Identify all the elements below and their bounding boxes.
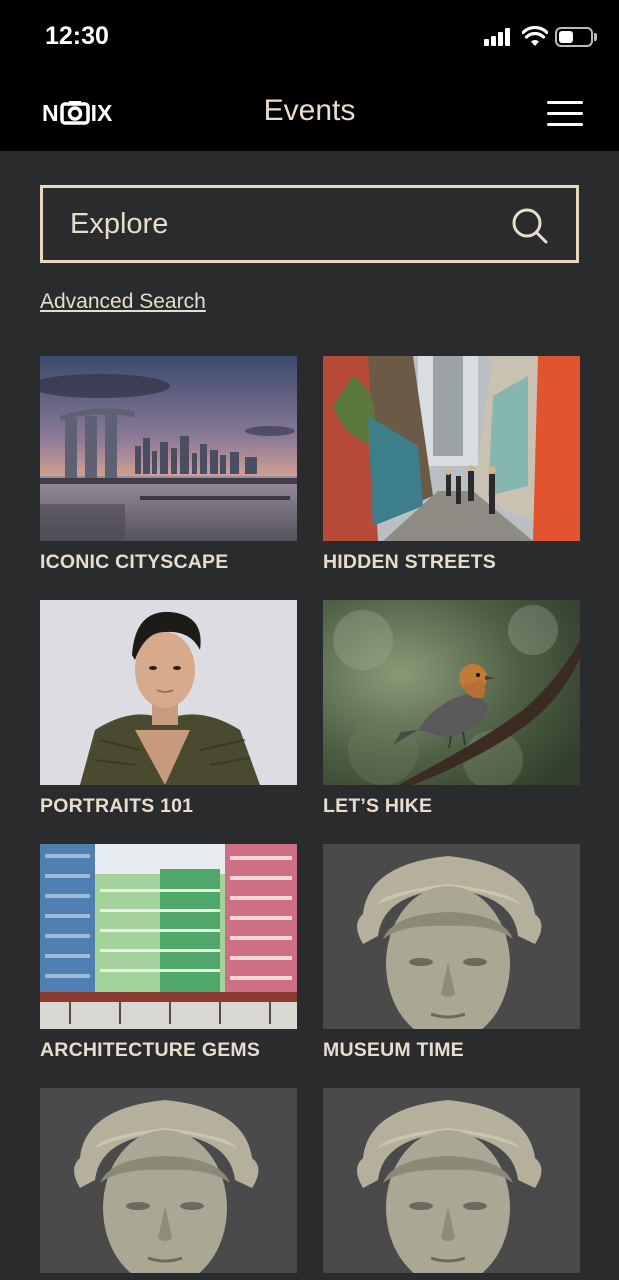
stone-bust-statue-image [323,844,580,1029]
battery-icon [555,27,593,47]
event-card[interactable]: HIDDEN STREETS [323,356,580,586]
event-card[interactable]: ICONIC CITYSCAPE [40,356,297,586]
stone-bust-statue-image [40,1088,297,1273]
man-portrait-image [40,600,297,785]
event-card-label: PORTRAITS 101 [40,795,194,817]
colorful-shophouse-street-image [323,356,580,541]
page-title: Events [263,94,356,127]
search-bar [40,185,579,263]
event-card[interactable]: ARCHITECTURE GEMS [40,844,297,1074]
event-card-label: ICONIC CITYSCAPE [40,551,229,573]
event-card[interactable]: LET’S HIKE [323,600,580,830]
search-icon[interactable] [510,206,550,246]
event-card-label: LET’S HIKE [323,795,433,817]
status-time: 12:30 [45,22,109,50]
event-card[interactable] [40,1088,297,1280]
battery-level [559,31,573,43]
app-header: N IX Events [0,74,619,151]
advanced-search-link[interactable]: Advanced Search [40,290,206,314]
wifi-icon [522,26,548,46]
event-card[interactable]: PORTRAITS 101 [40,600,297,830]
stone-bust-statue-image [323,1088,580,1273]
event-card[interactable]: MUSEUM TIME [323,844,580,1074]
cellular-signal-icon [484,28,514,46]
hamburger-menu-icon[interactable] [547,99,583,127]
status-bar: 12:30 [0,0,619,74]
event-card-label: HIDDEN STREETS [323,551,496,573]
bird-on-branch-image [323,600,580,785]
event-card-label: MUSEUM TIME [323,1039,464,1061]
colorful-apartment-blocks-image [40,844,297,1029]
search-input[interactable] [70,188,490,260]
battery-tip [594,33,597,41]
event-card[interactable] [323,1088,580,1280]
city-skyline-sunset-image [40,356,297,541]
event-card-label: ARCHITECTURE GEMS [40,1039,261,1061]
